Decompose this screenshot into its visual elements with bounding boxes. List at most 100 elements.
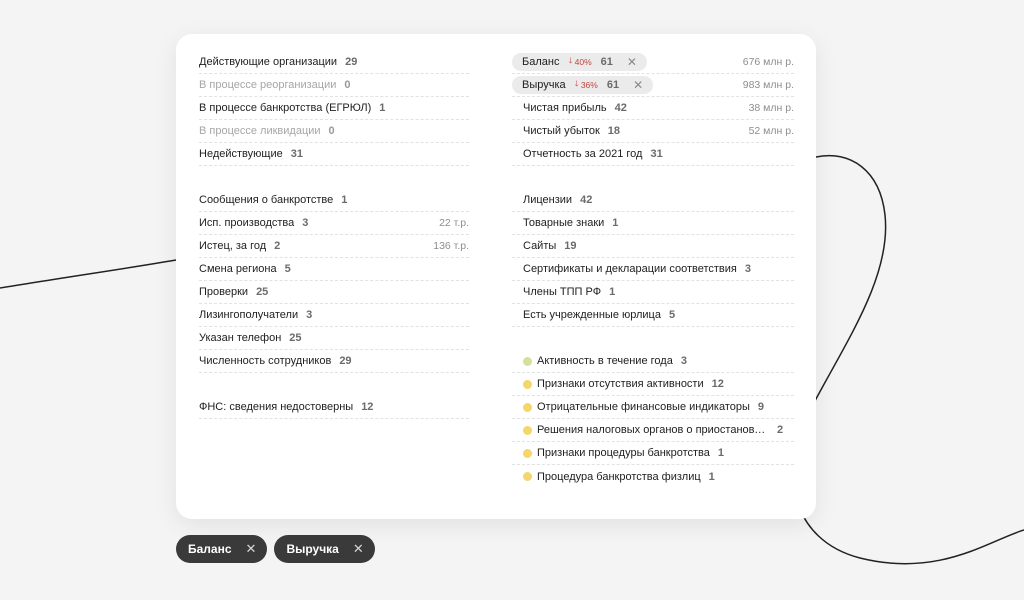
filter-row-negative-financials[interactable]: Отрицательные финансовые индикаторы 9 [512,396,794,419]
filter-count: 61 [600,56,613,68]
status-dot [523,356,532,366]
filter-row-individual-bankruptcy[interactable]: Процедура банкротства физлиц 1 [512,465,794,488]
filter-count: 1 [609,286,616,298]
filter-label: Активность в течение года [537,355,673,367]
filter-count: 42 [580,194,593,206]
filter-label: Есть учрежденные юрлица [523,309,661,321]
filter-row-trademarks[interactable]: Товарные знаки 1 [512,212,794,235]
down-arrow-icon: 🡓 [574,79,579,88]
filter-row-phone[interactable]: Указан телефон 25 [199,327,469,350]
filter-row-liquidation[interactable]: В процессе ликвидации 0 [199,120,469,143]
filter-label: Товарные знаки [523,217,605,229]
filter-label: Признаки процедуры банкротства [537,447,710,459]
filter-amount: 38 млн р. [748,102,794,114]
filter-row-certificates[interactable]: Сертификаты и декларации соответствия 3 [512,258,794,281]
filter-row-active-orgs[interactable]: Действующие организации 29 [199,51,469,74]
close-icon[interactable]: ✕ [627,55,637,69]
filter-count: 1 [379,102,386,114]
filter-label: Действующие организации [199,56,338,68]
filter-label: Смена региона [199,263,277,275]
filter-label: Признаки отсутствия активности [537,378,704,390]
stage: Действующие организации 29 В процессе ре… [0,0,1024,600]
filter-amount: 22 т.р. [439,217,469,229]
selected-filter-pill[interactable]: Выручка 🡓 36% 61 ✕ [512,76,654,94]
filter-amount: 136 т.р. [433,240,469,252]
filter-label: Лицензии [523,194,573,206]
filter-row-activity-year[interactable]: Активность в течение года 3 [512,350,794,373]
filter-label: Чистая прибыль [523,102,607,114]
filter-count: 0 [344,79,351,91]
filter-label: Указан телефон [199,332,282,344]
filter-count: 42 [614,102,627,114]
close-icon[interactable]: ✕ [353,541,364,557]
filter-row-inactive[interactable]: Недействующие 31 [199,143,469,166]
filter-label: Сообщения о банкротстве [199,194,334,206]
filter-row-licenses[interactable]: Лицензии 42 [512,189,794,212]
filter-row-report-2021[interactable]: Отчетность за 2021 год 31 [512,143,794,166]
filter-label: В процессе ликвидации [199,125,321,137]
filter-count: 18 [607,125,621,137]
filter-count: 2 [777,424,784,436]
chip-revenue[interactable]: Выручка ✕ [274,535,375,563]
filter-row-founded-entities[interactable]: Есть учрежденные юрлица 5 [512,304,794,327]
filter-label: Сайты [523,240,557,252]
filter-row-enforcement[interactable]: Исп. производства 3 22 т.р. [199,212,469,235]
chip-balance[interactable]: Баланс ✕ [176,535,268,563]
filter-count: 12 [711,378,724,390]
filter-row-tpp-members[interactable]: Члены ТПП РФ 1 [512,281,794,304]
filter-row-balance[interactable]: Баланс 🡓 40% 61 ✕ 676 млн р. [512,51,794,74]
filter-count: 1 [341,194,348,206]
filter-count: 0 [328,125,335,137]
filter-row-revenue[interactable]: Выручка 🡓 36% 61 ✕ 983 млн р. [512,74,794,97]
filter-row-lessees[interactable]: Лизингополучатели 3 [199,304,469,327]
filter-row-tax-decisions[interactable]: Решения налоговых органов о приостановле… [512,419,794,442]
change-indicator: 🡓 40% [568,55,591,69]
filter-count: 1 [717,447,724,459]
filter-label: ФНС: сведения недостоверны [199,401,354,413]
filter-label: Процедура банкротства физлиц [537,470,701,483]
filter-row-inspections[interactable]: Проверки 25 [199,281,469,304]
status-dot [523,402,532,412]
filter-amount: 983 млн р. [742,79,794,91]
filter-row-bankruptcy-egrul[interactable]: В процессе банкротства (ЕГРЮЛ) 1 [199,97,469,120]
right-column: Баланс 🡓 40% 61 ✕ 676 млн р. Выручка 🡓 36%… [512,51,794,488]
filter-row-net-loss[interactable]: Чистый убыток 18 52 млн р. [512,120,794,143]
filter-label: Выручка [522,79,566,91]
filter-row-sites[interactable]: Сайты 19 [512,235,794,258]
filter-count: 29 [339,355,352,367]
filter-row-bankruptcy-messages[interactable]: Сообщения о банкротстве 1 [199,189,469,212]
close-icon[interactable]: ✕ [246,541,257,557]
filter-label: Отчетность за 2021 год [523,148,643,160]
status-dot [523,379,532,389]
filter-count: 3 [302,217,309,229]
chip-label: Выручка [286,542,339,556]
filter-amount: 52 млн р. [748,125,794,137]
filter-row-region-change[interactable]: Смена региона 5 [199,258,469,281]
change-value: 36% [580,80,598,90]
filter-row-bankruptcy-signs[interactable]: Признаки процедуры банкротства 1 [512,442,794,465]
filter-row-employees[interactable]: Численность сотрудников 29 [199,350,469,373]
filter-amount: 676 млн р. [742,56,794,68]
filter-label: Чистый убыток [523,125,600,137]
filter-count: 5 [284,263,291,275]
selected-filter-pill[interactable]: Баланс 🡓 40% 61 ✕ [512,53,647,71]
filter-count: 2 [274,240,281,252]
change-indicator: 🡓 36% [575,78,598,92]
filter-row-net-profit[interactable]: Чистая прибыль 42 38 млн р. [512,97,794,120]
status-dot [523,425,532,435]
filter-row-plaintiff[interactable]: Истец, за год 2 136 т.р. [199,235,469,258]
filter-label: Сертификаты и декларации соответствия [523,263,737,275]
filter-row-fns-unreliable[interactable]: ФНС: сведения недостоверны 12 [199,396,469,419]
active-filter-chips: Баланс ✕ Выручка ✕ [176,535,375,563]
filter-label: Исп. производства [199,217,295,229]
filter-label: Члены ТПП РФ [523,286,602,298]
filter-row-no-activity[interactable]: Признаки отсутствия активности 12 [512,373,794,396]
down-arrow-icon: 🡓 [568,56,573,65]
close-icon[interactable]: ✕ [633,78,643,92]
filter-count: 29 [345,56,358,68]
filter-row-reorganization[interactable]: В процессе реорганизации 0 [199,74,469,97]
filter-count: 3 [306,309,313,321]
